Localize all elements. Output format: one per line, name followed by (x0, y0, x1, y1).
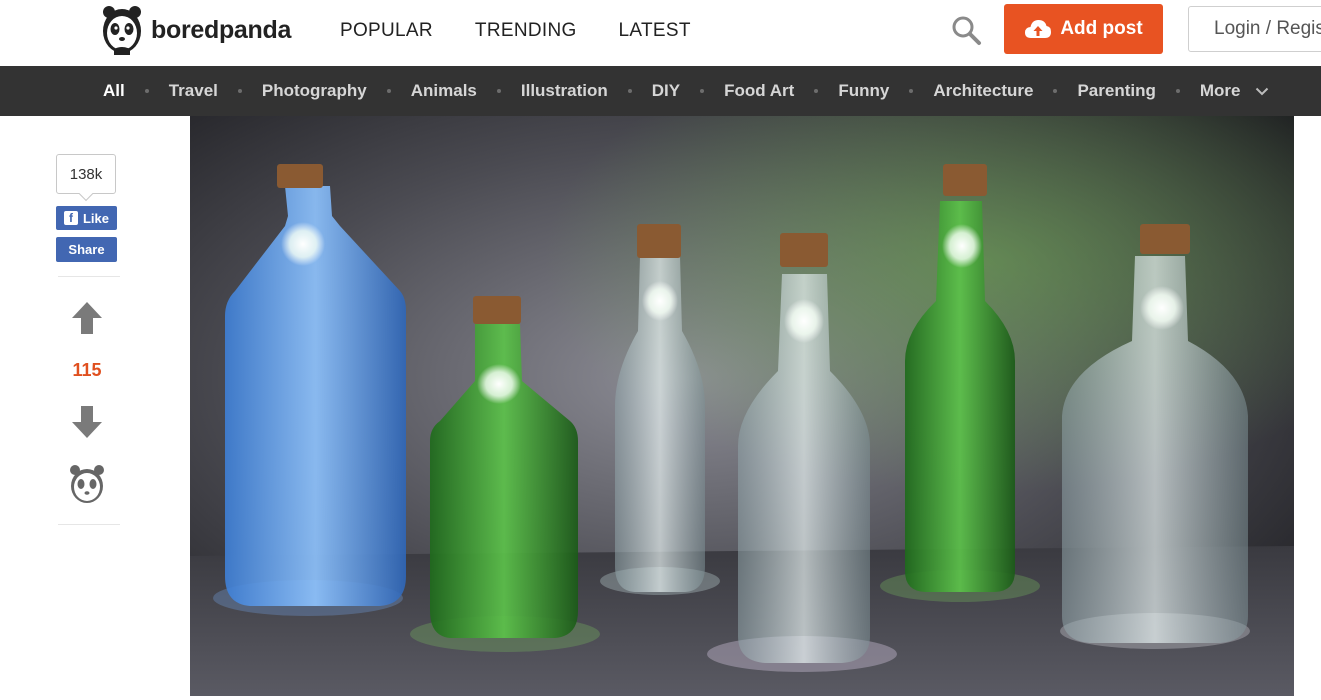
category-separator (814, 89, 819, 93)
category-separator (627, 89, 632, 93)
category-separator (386, 89, 391, 93)
category-food-art[interactable]: Food Art (724, 81, 794, 101)
downvote-arrow-icon[interactable] (70, 405, 104, 439)
glowing-bottles-image (190, 116, 1294, 696)
category-separator (144, 89, 149, 93)
top-nav: POPULAR TRENDING LATEST (340, 20, 733, 42)
category-separator (909, 89, 914, 93)
category-separator (1175, 89, 1180, 93)
category-all[interactable]: All (103, 81, 125, 101)
site-logo[interactable]: boredpanda (101, 5, 291, 55)
post-photo[interactable] (190, 116, 1294, 696)
add-post-label: Add post (1060, 18, 1143, 39)
category-more[interactable]: More (1200, 81, 1269, 101)
category-more-label: More (1199, 81, 1241, 100)
category-funny[interactable]: Funny (838, 81, 889, 101)
category-animals[interactable]: Animals (411, 81, 477, 101)
search-icon[interactable] (950, 14, 982, 46)
upvote-arrow-icon[interactable] (70, 301, 104, 335)
share-sidebar: 138k f Like Share 115 (36, 134, 133, 544)
facebook-like-button[interactable]: f Like (56, 206, 117, 230)
nav-latest[interactable]: LATEST (619, 20, 691, 42)
vote-count: 115 (72, 360, 102, 380)
divider (58, 276, 120, 277)
facebook-like-label: Like (82, 210, 109, 226)
category-bar: All Travel Photography Animals Illustrat… (0, 66, 1321, 116)
logo-text: boredpanda (151, 15, 292, 44)
category-separator (237, 89, 242, 93)
like-count-bubble: 138k (56, 154, 116, 194)
nav-popular[interactable]: POPULAR (340, 20, 433, 42)
category-parenting[interactable]: Parenting (1077, 81, 1155, 101)
category-separator (496, 89, 501, 93)
category-diy[interactable]: DIY (652, 81, 680, 101)
panda-logo-icon (103, 6, 141, 55)
facebook-icon: f (63, 211, 78, 225)
site-header: boredpanda POPULAR TRENDING LATEST Add p… (0, 0, 1321, 66)
category-travel[interactable]: Travel (169, 81, 218, 101)
category-separator (700, 89, 705, 93)
category-list: All Travel Photography Animals Illustrat… (103, 66, 1269, 116)
category-architecture[interactable]: Architecture (933, 81, 1033, 101)
panda-face-icon[interactable] (69, 464, 105, 504)
nav-trending[interactable]: TRENDING (475, 20, 577, 42)
category-separator (1053, 89, 1058, 93)
login-button[interactable]: Login / Register (1188, 6, 1321, 52)
category-photography[interactable]: Photography (262, 81, 367, 101)
cloud-upload-icon (1025, 20, 1052, 38)
category-illustration[interactable]: Illustration (521, 81, 608, 101)
divider (58, 524, 120, 525)
facebook-share-button[interactable]: Share (56, 237, 117, 262)
chevron-down-icon (1256, 87, 1269, 96)
add-post-button[interactable]: Add post (1004, 4, 1163, 54)
